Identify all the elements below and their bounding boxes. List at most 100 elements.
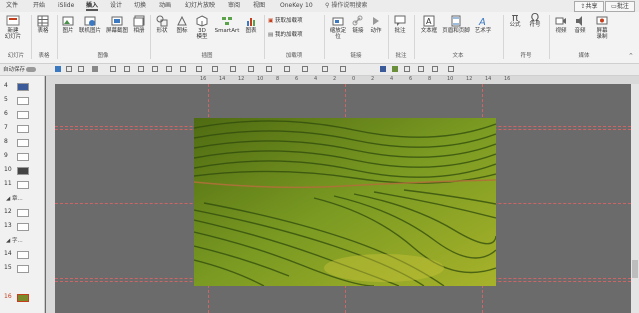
screenshot-button[interactable]: 屏幕截图 xyxy=(104,15,130,34)
autosave-toggle[interactable] xyxy=(26,67,36,72)
section-label: 字... xyxy=(11,238,23,244)
qat-icon[interactable] xyxy=(248,66,254,72)
tab-animations[interactable]: 动画 xyxy=(159,1,171,11)
photo-album-button[interactable]: 相册 xyxy=(131,15,147,34)
tab-slideshow[interactable]: 幻灯片放映 xyxy=(185,1,215,11)
redo-icon[interactable] xyxy=(78,66,84,72)
smartart-button[interactable]: SmartArt xyxy=(214,15,240,34)
tab-view[interactable]: 视图 xyxy=(253,1,265,11)
equation-button[interactable]: π 公式 xyxy=(507,12,523,28)
tab-islide[interactable]: iSlide xyxy=(58,1,74,11)
section-header[interactable]: ◢ 字... xyxy=(6,236,23,244)
slide-thumbnail[interactable] xyxy=(17,153,29,161)
pictures-button[interactable]: 图片 xyxy=(60,15,76,34)
wordart-button[interactable]: A 艺术字 xyxy=(472,15,494,34)
qat-icon[interactable] xyxy=(418,66,424,72)
slide-thumbnail[interactable] xyxy=(17,139,29,147)
tab-file[interactable]: 文件 xyxy=(6,1,18,11)
qat-icon[interactable] xyxy=(196,66,202,72)
textbox-label: 文本框 xyxy=(420,28,438,34)
qat-icon[interactable] xyxy=(404,66,410,72)
qat-icon[interactable] xyxy=(124,66,130,72)
qat-icon[interactable] xyxy=(212,66,218,72)
slide-thumbnail[interactable] xyxy=(17,251,29,259)
qat-icon[interactable] xyxy=(302,66,308,72)
hyperlink-button[interactable]: 链接 xyxy=(350,15,366,34)
online-pictures-button[interactable]: 联机图片 xyxy=(77,15,103,34)
audio-button[interactable]: 音频 xyxy=(572,15,588,34)
3d-models-button[interactable]: 3D 模型 xyxy=(194,15,210,40)
slide-thumbnail[interactable] xyxy=(17,111,29,119)
slide-thumbnail[interactable] xyxy=(17,125,29,133)
save-icon[interactable] xyxy=(55,66,61,72)
group-label-symbols: 符号 xyxy=(520,53,532,59)
slide-thumbnail-selected[interactable] xyxy=(17,294,29,302)
album-label: 相册 xyxy=(133,28,145,34)
tab-onekey[interactable]: OneKey 10 xyxy=(280,1,313,11)
qat-icon[interactable] xyxy=(152,66,158,72)
undo-icon[interactable] xyxy=(66,66,72,72)
slide-thumbnail[interactable] xyxy=(17,223,29,231)
qat-icon[interactable] xyxy=(340,66,346,72)
color-swatch-icon[interactable] xyxy=(380,66,386,72)
symbol-button[interactable]: Ω 符号 xyxy=(527,12,543,28)
slide-thumbnail[interactable] xyxy=(17,167,29,175)
my-addins-button[interactable]: ▤ 我的加载项 xyxy=(268,32,314,38)
qat-icon[interactable] xyxy=(166,66,172,72)
textbox-button[interactable]: A 文本框 xyxy=(418,15,440,34)
slide-number: 11 xyxy=(4,180,12,187)
section-header[interactable]: ◢ 章... xyxy=(6,194,23,202)
qat-icon[interactable] xyxy=(432,66,438,72)
collapse-ribbon-icon[interactable]: ⌃ xyxy=(628,52,634,60)
insert-comment-button[interactable]: 批注 xyxy=(392,15,408,34)
comments-button[interactable]: ▭批注 xyxy=(605,1,635,12)
icons-button[interactable]: 图标 xyxy=(174,15,190,34)
section-label: 章... xyxy=(11,196,23,202)
icons-label: 图标 xyxy=(176,28,188,34)
qat-icon[interactable] xyxy=(266,66,272,72)
table-button[interactable]: 表格 xyxy=(35,15,51,34)
qat-icon[interactable] xyxy=(138,66,144,72)
table-label: 表格 xyxy=(37,28,49,34)
slide-thumbnail[interactable] xyxy=(17,83,29,91)
action-button[interactable]: 动作 xyxy=(368,15,384,34)
video-button[interactable]: 视频 xyxy=(553,15,569,34)
start-slideshow-icon[interactable] xyxy=(92,66,98,72)
vertical-scrollbar[interactable] xyxy=(631,84,639,313)
tab-design[interactable]: 设计 xyxy=(110,1,122,11)
slide-thumbnail[interactable] xyxy=(17,97,29,105)
tab-transitions[interactable]: 切换 xyxy=(134,1,146,11)
slide-thumbnail[interactable] xyxy=(17,181,29,189)
tab-review[interactable]: 审阅 xyxy=(228,1,240,11)
qat-icon[interactable] xyxy=(322,66,328,72)
ruler-tick-label: 16 xyxy=(200,76,207,82)
new-slide-button[interactable]: 新建 幻灯片 xyxy=(4,15,22,40)
qat-icon[interactable] xyxy=(230,66,236,72)
slide-number: 10 xyxy=(4,166,12,173)
header-footer-button[interactable]: 页眉和页脚 xyxy=(441,15,471,34)
qat-icon[interactable] xyxy=(110,66,116,72)
slide-thumbnail[interactable] xyxy=(17,209,29,217)
qat-icon[interactable] xyxy=(448,66,454,72)
group-divider xyxy=(150,15,151,59)
tab-home[interactable]: 开始 xyxy=(33,1,45,11)
qat-icon[interactable] xyxy=(180,66,186,72)
chart-button[interactable]: 图表 xyxy=(243,15,259,34)
ruler-tick-label: 6 xyxy=(409,76,413,82)
search-box[interactable]: ⚲ 操作说明搜索 xyxy=(325,1,367,11)
slide-thumbnail-panel: 4 5 6 7 8 9 10 11 ◢ 章... 12 13 ◢ 字... 14… xyxy=(0,76,45,313)
ruler-tick-label: 0 xyxy=(352,76,356,82)
slide-number: 6 xyxy=(4,110,8,117)
action-label: 动作 xyxy=(370,28,382,34)
shapes-button[interactable]: 形状 xyxy=(154,15,170,34)
zoom-button[interactable]: 缩放定位 xyxy=(328,15,348,40)
share-button[interactable]: ⇪共享 xyxy=(574,1,604,12)
slide-thumbnail[interactable] xyxy=(17,265,29,273)
scrollbar-thumb[interactable] xyxy=(632,260,638,278)
color-swatch-icon[interactable] xyxy=(392,66,398,72)
qat-icon[interactable] xyxy=(284,66,290,72)
screen-recording-button[interactable]: 屏幕 录制 xyxy=(592,15,612,40)
get-addins-button[interactable]: ▣ 获取加载项 xyxy=(268,18,314,24)
slide-tea-field-photo[interactable] xyxy=(194,118,496,286)
tab-insert[interactable]: 插入 xyxy=(86,1,99,11)
